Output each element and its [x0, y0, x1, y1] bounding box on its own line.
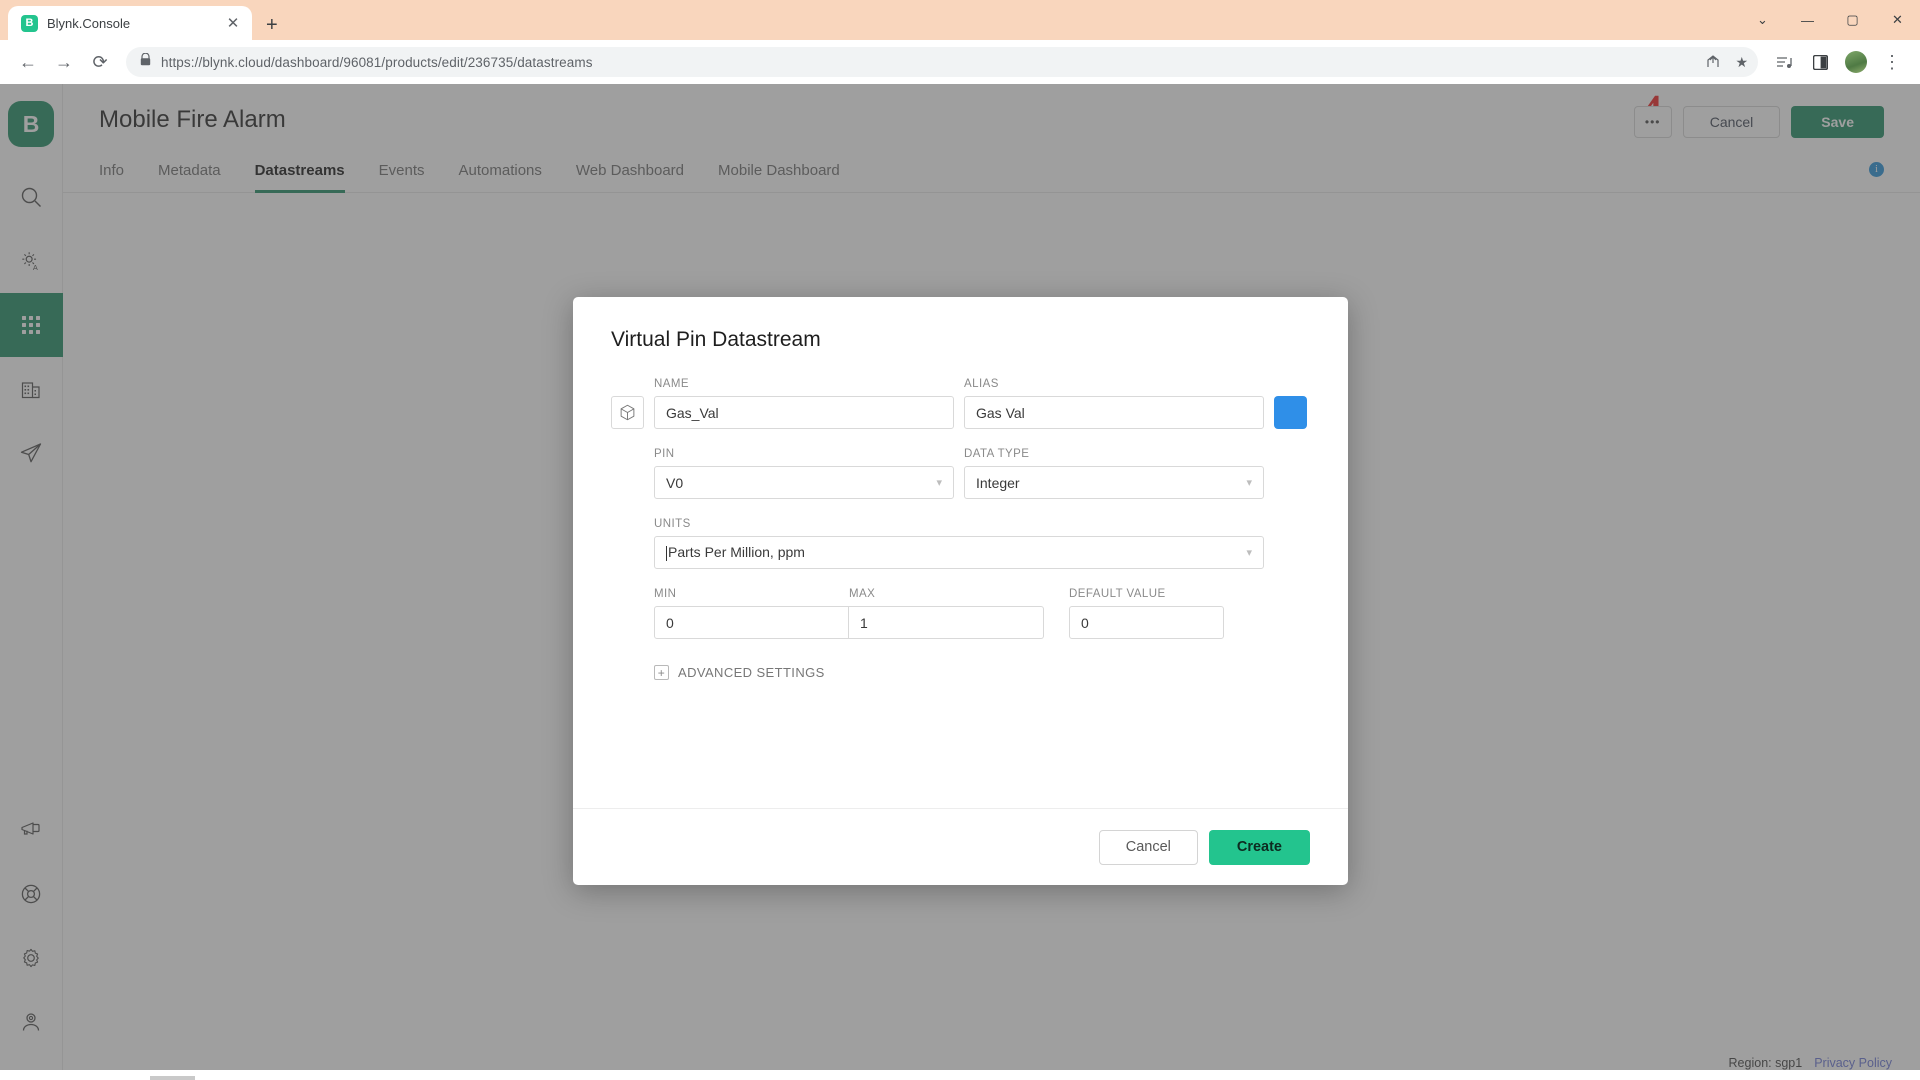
cube-icon[interactable] — [611, 396, 644, 429]
window-close-icon[interactable]: ✕ — [1875, 0, 1920, 40]
app-root: B A — [0, 84, 1920, 1080]
chevron-down-icon: ▾ — [1246, 546, 1252, 559]
virtual-pin-datastream-dialog: Virtual Pin Datastream NAME Gas_Val ALIA… — [573, 297, 1348, 885]
advanced-settings-label: ADVANCED SETTINGS — [678, 665, 825, 680]
dialog-title: Virtual Pin Datastream — [611, 328, 1310, 352]
advanced-settings-toggle[interactable]: + ADVANCED SETTINGS — [654, 665, 1310, 680]
pin-select[interactable]: V0 ▾ — [654, 466, 954, 499]
dialog-body: Virtual Pin Datastream NAME Gas_Val ALIA… — [573, 297, 1348, 808]
default-value-input[interactable]: 0 — [1069, 606, 1224, 639]
name-alias-row: NAME Gas_Val ALIAS Gas Val — [611, 378, 1310, 429]
window-expand-icon[interactable]: ⌄ — [1740, 0, 1785, 40]
tab-close-icon[interactable]: ✕ — [224, 16, 242, 31]
bookmark-star-icon[interactable]: ★ — [1735, 54, 1748, 71]
data-type-value: Integer — [976, 475, 1020, 491]
address-bar-icons: ★ — [1705, 54, 1748, 71]
taskbar-indicator — [150, 1076, 195, 1080]
window-minimize-icon[interactable]: — — [1785, 0, 1830, 40]
units-select[interactable]: Parts Per Million, ppm ▾ — [654, 536, 1264, 569]
dialog-cancel-button[interactable]: Cancel — [1099, 830, 1198, 865]
dialog-create-button[interactable]: Create — [1209, 830, 1310, 865]
dialog-footer: Cancel Create — [573, 808, 1348, 885]
browser-toolbar: ← → ⟳ https://blynk.cloud/dashboard/9608… — [0, 40, 1920, 84]
chevron-down-icon: ▾ — [936, 476, 942, 489]
pin-label: PIN — [654, 448, 954, 460]
alias-label: ALIAS — [964, 378, 1264, 390]
max-label: MAX — [849, 588, 875, 600]
sidepanel-icon[interactable] — [1802, 44, 1838, 80]
units-label: UNITS — [654, 518, 1264, 530]
lock-icon — [140, 53, 151, 71]
name-label: NAME — [654, 378, 954, 390]
taskbar-sliver — [0, 1070, 1920, 1080]
min-label: MIN — [654, 588, 849, 600]
data-type-select[interactable]: Integer ▾ — [964, 466, 1264, 499]
alias-input[interactable]: Gas Val — [964, 396, 1264, 429]
tab-title: Blynk.Console — [47, 16, 215, 31]
window-maximize-icon[interactable]: ▢ — [1830, 0, 1875, 40]
tab-favicon: B — [21, 15, 38, 32]
min-input[interactable]: 0 — [654, 606, 849, 639]
back-icon[interactable]: ← — [10, 44, 46, 80]
menu-kebab-icon[interactable]: ⋮ — [1874, 44, 1910, 80]
new-tab-button[interactable]: + — [266, 15, 278, 35]
address-bar[interactable]: https://blynk.cloud/dashboard/96081/prod… — [126, 47, 1758, 77]
chevron-down-icon: ▾ — [1246, 476, 1252, 489]
browser-tab[interactable]: B Blynk.Console ✕ — [8, 6, 252, 40]
default-value-label: DEFAULT VALUE — [1069, 588, 1224, 600]
plus-icon: + — [654, 665, 669, 680]
data-type-label: DATA TYPE — [964, 448, 1264, 460]
browser-window: B Blynk.Console ✕ + ⌄ — ▢ ✕ ← → ⟳ https:… — [0, 0, 1920, 1080]
profile-avatar[interactable] — [1838, 44, 1874, 80]
name-input[interactable]: Gas_Val — [654, 396, 954, 429]
reload-icon[interactable]: ⟳ — [82, 44, 118, 80]
units-row: UNITS Parts Per Million, ppm ▾ — [611, 518, 1310, 569]
units-value: Parts Per Million, ppm — [666, 544, 805, 561]
reading-list-icon[interactable] — [1766, 44, 1802, 80]
window-controls: ⌄ — ▢ ✕ — [1740, 0, 1920, 40]
forward-icon[interactable]: → — [46, 44, 82, 80]
share-icon[interactable] — [1705, 54, 1721, 70]
max-input[interactable]: 1 — [849, 606, 1044, 639]
pin-datatype-row: PIN V0 ▾ DATA TYPE Integer ▾ — [611, 448, 1310, 499]
url-text: https://blynk.cloud/dashboard/96081/prod… — [161, 55, 593, 70]
pin-value: V0 — [666, 475, 683, 491]
browser-tabstrip: B Blynk.Console ✕ + ⌄ — ▢ ✕ — [0, 0, 1920, 40]
color-swatch-button[interactable] — [1274, 396, 1307, 429]
min-max-default-row: MIN MAX 0 1 DEFAULT VALUE 0 — [611, 588, 1310, 639]
